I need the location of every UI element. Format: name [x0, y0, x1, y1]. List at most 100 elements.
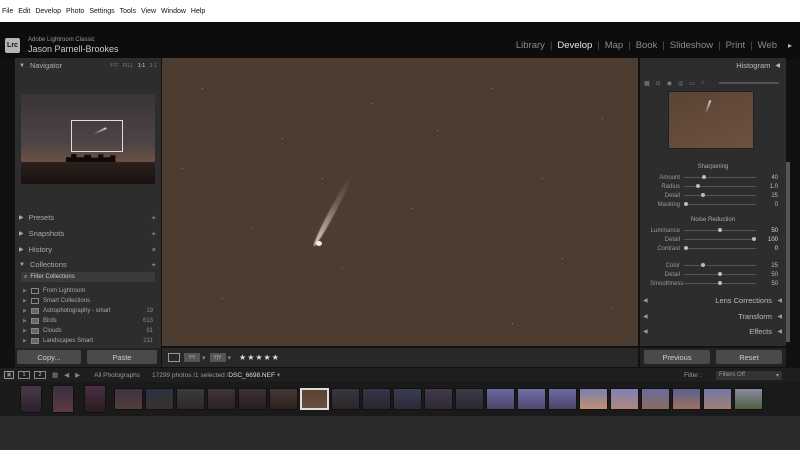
filmstrip-thumbnail[interactable] [207, 388, 236, 410]
slider-value[interactable]: 40 [771, 175, 778, 181]
slider-row[interactable]: Amount 40 [650, 173, 778, 182]
slider-value[interactable]: 0 [775, 246, 778, 252]
filmstrip-thumbnail[interactable] [362, 388, 391, 410]
snapshots-header[interactable]: ▶ Snapshots + [15, 226, 161, 241]
slider-track[interactable] [684, 272, 756, 276]
navigator-header[interactable]: ▼ Navigator FIT FILL 1:1 3:1 [15, 58, 161, 73]
before-after-icon[interactable]: YY [184, 353, 200, 362]
filmstrip-thumbnail[interactable] [641, 388, 670, 410]
zoom-fill[interactable]: FILL [123, 63, 134, 69]
radial-filter-icon[interactable]: ○ [701, 80, 705, 86]
filter-collections-field[interactable]: ⌕ Filter Collections [21, 272, 155, 282]
second-window-button[interactable]: 2 [34, 371, 46, 379]
paste-button[interactable]: Paste [87, 350, 157, 364]
zoom-3-1[interactable]: 3:1 [149, 63, 157, 69]
menu-photo[interactable]: Photo [66, 8, 84, 15]
panel-toggle-arrow-icon[interactable]: ▸ [788, 41, 792, 50]
slider-knob[interactable] [684, 202, 688, 206]
right-panel-scrollbar[interactable] [786, 162, 790, 342]
module-slideshow[interactable]: Slideshow [665, 40, 718, 51]
slider-track[interactable] [684, 184, 756, 188]
spot-removal-icon[interactable]: ◉ [667, 80, 672, 87]
grid-view-icon[interactable]: ▦ [52, 371, 58, 379]
brush-size-slider[interactable] [718, 82, 779, 84]
slider-knob[interactable] [718, 281, 722, 285]
filmstrip-thumbnail[interactable] [486, 388, 515, 410]
add-snapshot-icon[interactable]: + [152, 229, 156, 238]
slider-track[interactable] [684, 202, 756, 206]
list-item[interactable]: ▶ Astrophotography - smart 19 [23, 306, 155, 316]
list-item[interactable]: ▶ Birds 613 [23, 316, 155, 326]
filmstrip-thumbnail[interactable] [703, 388, 732, 410]
source-label[interactable]: All Photographs [94, 372, 140, 379]
slider-value[interactable]: 1.0 [770, 184, 778, 190]
filmstrip-thumbnail[interactable] [579, 388, 608, 410]
loupe-view-icon[interactable] [168, 353, 180, 362]
module-web[interactable]: Web [753, 40, 782, 51]
arrow-left-icon[interactable]: ◀ [64, 371, 69, 379]
menu-help[interactable]: Help [191, 8, 205, 15]
slider-track[interactable] [684, 263, 756, 267]
navigator-preview[interactable] [21, 94, 155, 184]
main-window-button[interactable]: 1 [18, 371, 30, 379]
list-item[interactable]: ▶ Clouds 81 [23, 326, 155, 336]
slider-knob[interactable] [701, 193, 705, 197]
histogram-header[interactable]: Histogram ◀ [640, 58, 786, 73]
slider-knob[interactable] [695, 184, 700, 188]
main-image-view[interactable] [162, 58, 638, 346]
slider-knob[interactable] [752, 237, 756, 241]
filmstrip-thumbnail[interactable] [548, 388, 577, 410]
copy-button[interactable]: Copy... [17, 350, 81, 364]
filmstrip-toggle-icon[interactable]: ▣ [4, 371, 14, 379]
slider-value[interactable]: 25 [771, 193, 778, 199]
module-print[interactable]: Print [721, 40, 751, 51]
filmstrip-thumbnail[interactable] [52, 385, 74, 413]
slider-knob[interactable] [702, 175, 707, 179]
slider-knob[interactable] [718, 228, 722, 232]
filmstrip-thumbnail[interactable] [84, 385, 106, 413]
menu-settings[interactable]: Settings [89, 8, 114, 15]
menu-file[interactable]: File [2, 8, 13, 15]
history-header[interactable]: ▶ History × [15, 242, 161, 257]
module-develop[interactable]: Develop [552, 40, 597, 51]
slider-knob[interactable] [684, 246, 688, 250]
slider-track[interactable] [684, 246, 756, 250]
filmstrip-thumbnail[interactable] [269, 388, 298, 410]
slider-row[interactable]: Radius 1.0 [650, 182, 778, 191]
add-preset-icon[interactable]: + [152, 213, 156, 222]
filmstrip-thumbnail[interactable] [455, 388, 484, 410]
chevron-down-icon[interactable]: ▾ [228, 354, 232, 362]
slider-value[interactable]: 50 [771, 228, 778, 234]
zoom-1-1[interactable]: 1:1 [138, 63, 146, 69]
slider-row[interactable]: Detail 100 [650, 235, 778, 244]
slider-value[interactable]: 100 [768, 237, 778, 243]
filmstrip-thumbnail[interactable] [176, 388, 205, 410]
filmstrip-thumbnail[interactable] [424, 388, 453, 410]
slider-value[interactable]: 0 [775, 202, 778, 208]
chevron-down-icon[interactable]: ▾ [202, 354, 206, 362]
slider-row[interactable]: Detail 50 [650, 270, 778, 279]
filmstrip-thumbnail[interactable] [610, 388, 639, 410]
filmstrip-thumbnail[interactable] [145, 388, 174, 410]
slider-track[interactable] [684, 281, 756, 285]
slider-track[interactable] [684, 193, 756, 197]
previous-button[interactable]: Previous [644, 350, 710, 364]
filmstrip-thumbnail[interactable] [20, 385, 42, 413]
slider-track[interactable] [684, 175, 756, 179]
arrow-right-icon[interactable]: ▶ [75, 371, 80, 379]
menu-view[interactable]: View [141, 8, 156, 15]
filmstrip-thumbnail[interactable] [393, 388, 422, 410]
transform-header[interactable]: ◀ Transform ◀ [640, 309, 786, 324]
add-collection-icon[interactable]: + [152, 260, 156, 269]
slider-row[interactable]: Smoothness 50 [650, 279, 778, 288]
filter-select[interactable]: Filters Off ▾ [716, 370, 782, 380]
filmstrip-thumbnail[interactable] [331, 388, 360, 410]
slider-value[interactable]: 25 [771, 263, 778, 269]
list-item[interactable]: ▶ Smart Collections [23, 296, 155, 306]
chevron-down-icon[interactable]: ▾ [277, 371, 280, 379]
star-rating[interactable]: ★★★★★ [239, 353, 280, 362]
slider-row[interactable]: Masking 0 [650, 200, 778, 209]
filmstrip-thumbnail[interactable] [517, 388, 546, 410]
lens-corrections-header[interactable]: ◀ Lens Corrections ◀ [640, 293, 786, 308]
list-item[interactable]: ▶ From Lightroom [23, 286, 155, 296]
